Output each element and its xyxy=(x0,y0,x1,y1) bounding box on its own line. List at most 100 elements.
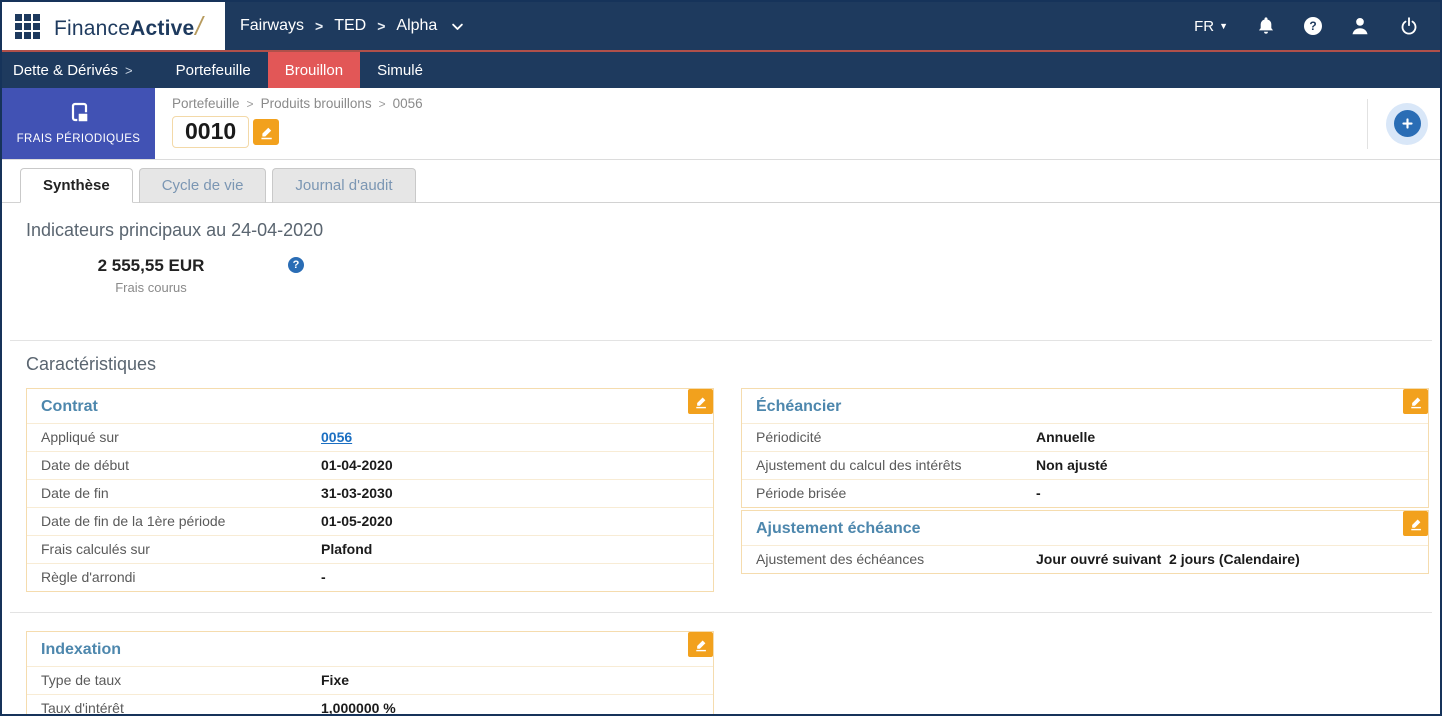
echeancier-panel: Échéancier Périodicité Annuelle Ajustement… xyxy=(741,388,1429,508)
indexation-section: Indexation Type de taux Fixe Taux d'intérê… xyxy=(2,613,1440,714)
ajustement-panel-title: Ajustement échéance xyxy=(756,520,921,537)
chevron-down-icon[interactable] xyxy=(450,19,465,34)
breadcrumb-client[interactable]: Fairways xyxy=(240,17,304,35)
edit-pencil-icon xyxy=(1410,397,1421,408)
field-value: - xyxy=(1036,485,1041,501)
field-value: - xyxy=(321,569,326,585)
field-value: Jour ouvré suivant 2 jours (Calendaire) xyxy=(1036,551,1300,567)
add-product-button[interactable] xyxy=(1386,102,1428,145)
indicators-section: Indicateurs principaux au 24-04-2020 2 5… xyxy=(2,203,1440,340)
field-label: Taux d'intérêt xyxy=(41,700,124,714)
field-row: Appliqué sur 0056 xyxy=(27,423,713,451)
top-bar-actions: FR ▼ ? xyxy=(1194,2,1440,50)
echeancier-rows: Périodicité Annuelle Ajustement du calcul … xyxy=(742,423,1428,507)
tab-bar: Synthèse Cycle de vie Journal d'audit xyxy=(2,160,1440,203)
indicator-value: 2 555,55 EUR xyxy=(97,256,205,275)
help-icon[interactable]: ? xyxy=(1304,17,1322,35)
field-row: Périodicité Annuelle xyxy=(742,423,1428,451)
indicator-row: 2 555,55 EUR Frais courus ? xyxy=(26,256,1416,295)
document-copy-icon xyxy=(71,102,89,123)
edit-pencil-icon xyxy=(695,640,706,651)
chevron-right-icon: > xyxy=(315,18,324,34)
field-label: Période brisée xyxy=(756,485,847,501)
product-code-row: 0010 xyxy=(172,116,423,148)
user-account-icon[interactable] xyxy=(1349,15,1371,37)
edit-indexation-button[interactable] xyxy=(688,632,713,657)
brand-logo: FinanceActive/ xyxy=(54,10,203,41)
field-value: Fixe xyxy=(321,672,350,688)
indexation-panel: Indexation Type de taux Fixe Taux d'intérê… xyxy=(26,631,714,714)
field-label: Périodicité xyxy=(756,429,822,445)
field-row: Ajustement des échéances Jour ouvré suiva… xyxy=(742,545,1428,573)
field-value: Non ajusté xyxy=(1036,457,1108,473)
field-label: Ajustement du calcul des intérêts xyxy=(756,457,962,473)
logout-power-icon[interactable] xyxy=(1398,15,1420,37)
plus-icon xyxy=(1393,110,1421,137)
product-header-actions xyxy=(1367,88,1440,159)
field-row: Ajustement du calcul des intérêts Non aju… xyxy=(742,451,1428,479)
indicator-caption: Frais courus xyxy=(115,280,187,295)
characteristics-grid: Contrat Appliqué sur 0056 Date de début 01-… xyxy=(26,388,1429,592)
edit-echeancier-button[interactable] xyxy=(1403,389,1428,414)
field-row: Taux d'intérêt 1,000000 % xyxy=(27,694,713,714)
field-row: Type de taux Fixe xyxy=(27,666,713,694)
crumb-0056[interactable]: 0056 xyxy=(393,96,423,111)
edit-ajustement-button[interactable] xyxy=(1403,511,1428,536)
edit-pencil-icon xyxy=(261,127,272,139)
language-selector[interactable]: FR ▼ xyxy=(1194,18,1228,35)
field-value: 1,000000 % xyxy=(321,700,396,714)
edit-pencil-icon xyxy=(1410,519,1421,530)
module-nav-bar: Dette & Dérivés > Portefeuille Brouillon… xyxy=(2,52,1440,88)
edit-contrat-button[interactable] xyxy=(688,389,713,414)
top-bar: FinanceActive/ Fairways > TED > Alpha FR… xyxy=(2,2,1440,50)
main-content: Indicateurs principaux au 24-04-2020 2 5… xyxy=(2,203,1440,714)
nav-item-simule[interactable]: Simulé xyxy=(360,52,440,88)
field-value: 31-03-2030 xyxy=(321,485,393,501)
app-grid-icon[interactable] xyxy=(15,13,40,39)
contrat-rows: Appliqué sur 0056 Date de début 01-04-2020 D… xyxy=(27,423,713,591)
field-label: Ajustement des échéances xyxy=(756,551,925,567)
product-type-label: FRAIS PÉRIODIQUES xyxy=(16,133,141,145)
field-label: Date de fin xyxy=(41,485,109,501)
product-header-main: Portefeuille > Produits brouillons > 005… xyxy=(155,88,423,159)
field-value: 01-05-2020 xyxy=(321,513,393,529)
field-label: Date de fin de la 1ère période xyxy=(41,513,226,529)
logo-area[interactable]: FinanceActive/ xyxy=(2,2,225,50)
characteristics-section: Caractéristiques Contrat Appliqué sur 005… xyxy=(2,341,1440,612)
caret-down-icon: ▼ xyxy=(1219,21,1228,31)
nav-item-portefeuille[interactable]: Portefeuille xyxy=(159,52,268,88)
product-breadcrumb: Portefeuille > Produits brouillons > 005… xyxy=(172,96,423,111)
nav-item-brouillon[interactable]: Brouillon xyxy=(267,52,361,88)
context-breadcrumb: Fairways > TED > Alpha xyxy=(240,2,465,50)
chevron-right-icon: > xyxy=(378,96,386,111)
product-type-badge[interactable]: FRAIS PÉRIODIQUES xyxy=(2,88,155,159)
crumb-portefeuille[interactable]: Portefeuille xyxy=(172,96,240,111)
product-header: FRAIS PÉRIODIQUES Portefeuille > Produit… xyxy=(2,88,1440,160)
tab-cycle-de-vie[interactable]: Cycle de vie xyxy=(138,168,267,203)
module-selector[interactable]: Dette & Dérivés > xyxy=(2,52,149,88)
ajustement-echeance-panel: Ajustement échéance Ajustement des échéa… xyxy=(741,510,1429,574)
crumb-produits-brouillons[interactable]: Produits brouillons xyxy=(261,96,372,111)
module-nav-items: Portefeuille Brouillon Simulé xyxy=(159,52,440,88)
field-value: Annuelle xyxy=(1036,429,1096,445)
characteristics-title: Caractéristiques xyxy=(26,354,157,374)
field-label: Frais calculés sur xyxy=(41,541,150,557)
field-row: Date de début 01-04-2020 xyxy=(27,451,713,479)
notifications-bell-icon[interactable] xyxy=(1255,15,1277,37)
field-label: Type de taux xyxy=(41,672,122,688)
help-icon[interactable]: ? xyxy=(288,257,304,273)
breadcrumb-entity[interactable]: TED xyxy=(334,17,366,35)
field-label: Règle d'arrondi xyxy=(41,569,136,585)
accrued-fees-indicator: 2 555,55 EUR Frais courus xyxy=(26,256,276,295)
indexation-panel-title: Indexation xyxy=(41,641,122,658)
edit-code-button[interactable] xyxy=(253,119,280,145)
field-row: Règle d'arrondi - xyxy=(27,563,713,591)
field-row: Date de fin de la 1ère période 01-05-2020 xyxy=(27,507,713,535)
field-label: Date de début xyxy=(41,457,129,473)
breadcrumb-subentity[interactable]: Alpha xyxy=(396,17,437,35)
tab-journal-audit[interactable]: Journal d'audit xyxy=(272,168,416,203)
indexation-rows: Type de taux Fixe Taux d'intérêt 1,000000 % xyxy=(27,666,713,714)
field-value-link[interactable]: 0056 xyxy=(321,429,352,446)
tab-synthese[interactable]: Synthèse xyxy=(20,168,133,203)
field-row: Période brisée - xyxy=(742,479,1428,507)
